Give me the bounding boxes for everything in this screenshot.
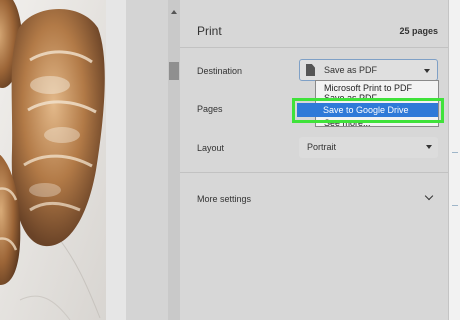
layout-value: Portrait <box>307 142 337 152</box>
pages-label: Pages <box>197 104 223 114</box>
background-text-mark <box>452 205 458 206</box>
destination-select[interactable]: Save as PDF <box>299 59 438 81</box>
layout-label: Layout <box>197 143 225 153</box>
caret-down-icon <box>424 69 430 73</box>
background-text-mark <box>452 152 458 153</box>
highlight-box <box>292 98 444 123</box>
preview-margin <box>106 0 126 320</box>
scrollbar-thumb[interactable] <box>169 62 179 80</box>
chevron-down-icon <box>424 191 434 201</box>
page-count: 25 pages <box>399 26 438 36</box>
destination-label: Destination <box>197 66 243 76</box>
caret-down-icon <box>426 145 432 149</box>
layout-select[interactable]: Portrait <box>299 137 438 158</box>
destination-value: Save as PDF <box>324 65 378 75</box>
background-page-edge <box>448 0 460 320</box>
preview-background <box>126 0 168 320</box>
scroll-up-icon[interactable] <box>171 10 177 14</box>
preview-scrollbar[interactable] <box>168 0 180 320</box>
preview-page-image <box>0 0 106 320</box>
section-divider <box>180 172 448 173</box>
document-icon <box>306 64 315 76</box>
dialog-title: Print <box>197 24 222 38</box>
print-settings-panel <box>180 0 448 320</box>
header-divider <box>180 47 448 48</box>
more-settings-toggle[interactable]: More settings <box>180 184 448 214</box>
option-microsoft-print-to-pdf[interactable]: Microsoft Print to PDF <box>324 83 412 93</box>
more-settings-label: More settings <box>197 194 252 204</box>
print-preview <box>0 0 168 320</box>
